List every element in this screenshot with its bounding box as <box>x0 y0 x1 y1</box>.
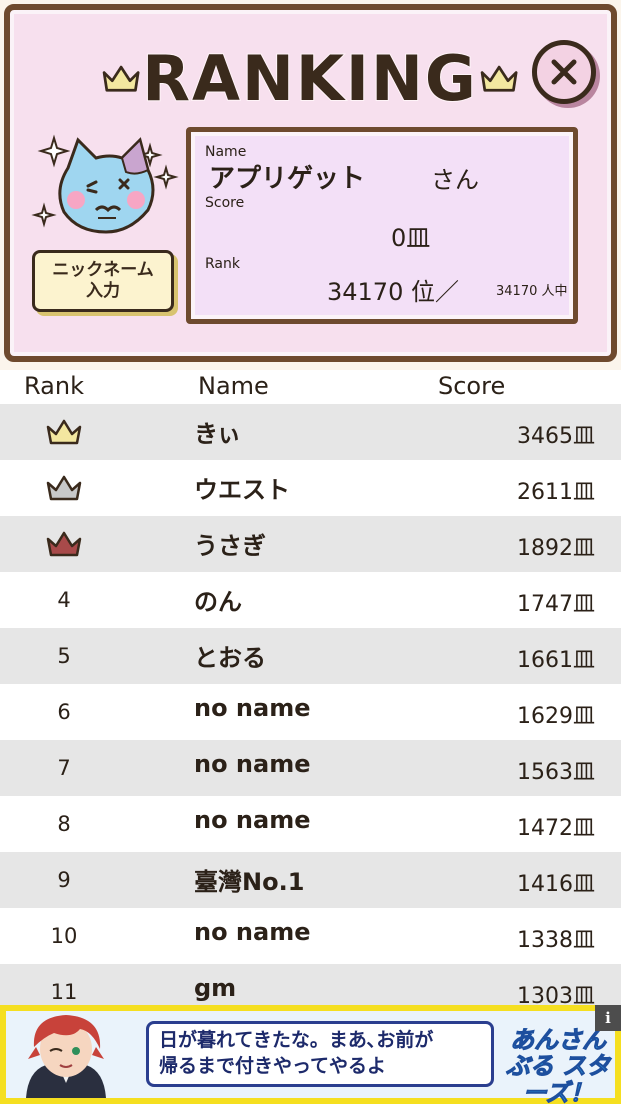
rank-crown-silver-icon <box>34 460 94 516</box>
rank-number: 10 <box>50 924 78 948</box>
table-row: 9 臺灣No.1 1416皿 <box>0 852 621 908</box>
score-cell: 1747皿 <box>517 592 595 617</box>
player-name-cell: のん <box>194 588 242 616</box>
score-cell: 1892皿 <box>517 536 595 561</box>
table-row: 10 no name 1338皿 <box>0 908 621 964</box>
score-cell: 1661皿 <box>517 648 595 673</box>
rank-number: 5 <box>57 644 71 668</box>
ranking-header-card: RANKING ニックネーム 入力 Name アプリゲット さん Score 0… <box>0 0 621 370</box>
rank-crown-bronze-icon <box>34 516 94 572</box>
player-name-cell: no name <box>194 694 311 722</box>
table-row: 5 とおる 1661皿 <box>0 628 621 684</box>
rank-number: 6 <box>57 700 71 724</box>
page-title: RANKING <box>141 41 478 116</box>
player-name-cell: no name <box>194 750 311 778</box>
ad-speech-bubble[interactable]: 日が暮れてきたな。まあ､お前が 帰るまで付きやってやるよ <box>146 1021 494 1087</box>
ad-info-icon[interactable]: i <box>595 1005 621 1031</box>
score-cell: 1472皿 <box>517 816 595 841</box>
name-suffix: さん <box>431 166 479 194</box>
close-button[interactable] <box>532 40 596 104</box>
score-cell: 1563皿 <box>517 760 595 785</box>
player-name-cell: とおる <box>194 644 266 672</box>
player-name-cell: no name <box>194 806 311 834</box>
column-header-rank: Rank <box>24 372 84 400</box>
nickname-input-button[interactable]: ニックネーム 入力 <box>32 250 174 312</box>
ad-banner[interactable]: 日が暮れてきたな。まあ､お前が 帰るまで付きやってやるよ あんさんぶる スターズ… <box>0 1005 621 1104</box>
crown-bronze-icon <box>46 531 82 557</box>
rank-number: 4 <box>57 588 71 612</box>
player-score: 0皿 <box>391 224 431 252</box>
score-cell: 1416皿 <box>517 872 595 897</box>
player-name-cell: 臺灣No.1 <box>194 868 305 896</box>
player-name-cell: きぃ <box>194 420 242 448</box>
player-info-box: Name アプリゲット さん Score 0皿 Rank 34170 位／ 34… <box>186 127 578 324</box>
player-name-cell: うさぎ <box>194 532 266 560</box>
player-name: アプリゲット <box>209 164 366 194</box>
crown-right-icon <box>480 65 518 92</box>
score-cell: 3465皿 <box>517 424 595 449</box>
rank-label: Rank <box>205 256 240 272</box>
ranking-list[interactable]: きぃ 3465皿ウエスト 2611皿うさぎ 1892皿 4 のん 1747皿 5 とおる 1661… <box>0 404 621 1020</box>
cat-avatar-icon <box>31 134 179 234</box>
player-name-cell: gm <box>194 974 237 1002</box>
rank-number: 9 <box>57 868 71 892</box>
player-rank: 34170 位／ <box>327 278 459 306</box>
title-row: RANKING <box>100 38 520 118</box>
table-row: 4 のん 1747皿 <box>0 572 621 628</box>
table-row: 8 no name 1472皿 <box>0 796 621 852</box>
column-header-score: Score <box>438 372 506 400</box>
ad-content[interactable]: 日が暮れてきたな。まあ､お前が 帰るまで付きやってやるよ あんさんぶる スターズ… <box>6 1011 615 1104</box>
rank-crown-gold-icon <box>34 404 94 460</box>
column-headers: Rank Name Score <box>0 370 621 404</box>
table-row: きぃ 3465皿 <box>0 404 621 460</box>
rank-total: 34170 人中 <box>496 284 568 299</box>
table-row: ウエスト 2611皿 <box>0 460 621 516</box>
player-name-cell: ウエスト <box>194 476 290 504</box>
ad-logo[interactable]: あんさんぶる スターズ！ <box>502 1026 614 1104</box>
rank-number: 7 <box>57 756 71 780</box>
close-icon <box>551 59 577 85</box>
crown-silver-icon <box>46 475 82 501</box>
score-cell: 1629皿 <box>517 704 595 729</box>
rank-number: 8 <box>57 812 71 836</box>
ad-character-image <box>6 1011 126 1098</box>
table-row: 6 no name 1629皿 <box>0 684 621 740</box>
score-label: Score <box>205 195 245 211</box>
score-cell: 1338皿 <box>517 928 595 953</box>
crown-left-icon <box>102 65 140 92</box>
crown-gold-icon <box>46 419 82 445</box>
score-cell: 2611皿 <box>517 480 595 505</box>
player-name-cell: no name <box>194 918 311 946</box>
table-row: うさぎ 1892皿 <box>0 516 621 572</box>
column-header-name: Name <box>198 372 269 400</box>
table-row: 7 no name 1563皿 <box>0 740 621 796</box>
